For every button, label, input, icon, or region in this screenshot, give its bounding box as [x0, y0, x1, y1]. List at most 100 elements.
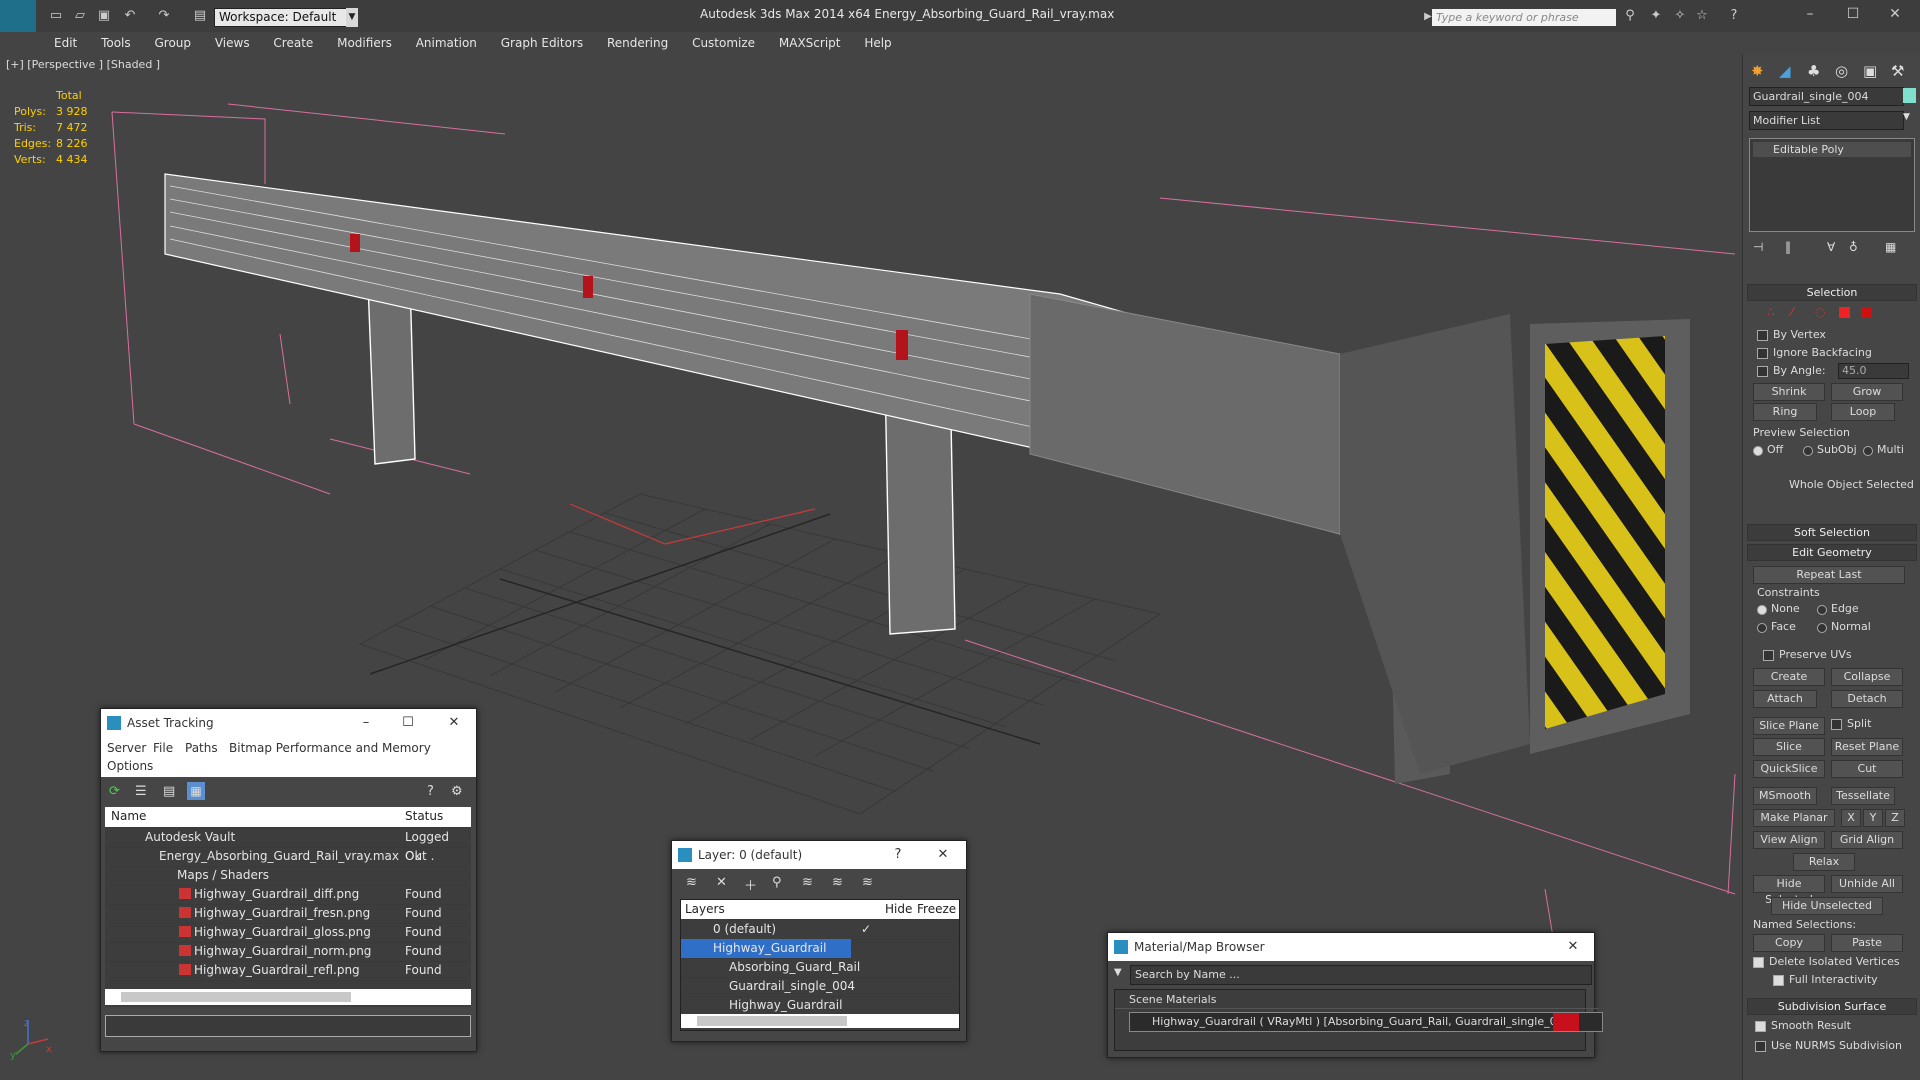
tree-view-icon[interactable]: ▤	[163, 784, 175, 799]
menu-maxscript[interactable]: MAXScript	[769, 32, 851, 54]
edit-geometry-rollout[interactable]: Edit Geometry	[1747, 544, 1917, 561]
material-browser-titlebar[interactable]: Material/Map Browser ✕	[1108, 933, 1594, 961]
loop-button[interactable]: Loop	[1831, 403, 1895, 421]
view-align-button[interactable]: View Align	[1753, 831, 1825, 849]
current-layer-check-icon[interactable]: ✓	[861, 920, 871, 939]
layer-dialog-titlebar[interactable]: Layer: 0 (default) ? ✕	[672, 841, 966, 869]
utilities-tab-icon[interactable]: ⚒	[1891, 62, 1904, 80]
options-dropdown-icon[interactable]: ▼	[1114, 967, 1122, 978]
menu-views[interactable]: Views	[205, 32, 260, 54]
smooth-result-checkbox[interactable]	[1755, 1021, 1766, 1032]
undo-icon[interactable]: ↶	[122, 8, 138, 24]
constraint-face-radio[interactable]	[1757, 623, 1767, 633]
grid-align-button[interactable]: Grid Align	[1831, 831, 1903, 849]
stack-item-editable-poly[interactable]: Editable Poly	[1753, 142, 1911, 157]
horizontal-scrollbar[interactable]	[681, 1014, 959, 1028]
menu-help[interactable]: Help	[854, 32, 901, 54]
delete-icon[interactable]: ✕	[716, 875, 727, 890]
close-button[interactable]: ✕	[1558, 933, 1588, 961]
planar-x-button[interactable]: X	[1841, 809, 1861, 827]
help-icon[interactable]: ?	[427, 784, 434, 799]
scrollbar-thumb[interactable]	[121, 992, 351, 1002]
list-item[interactable]: Absorbing_Guard_Rail	[681, 958, 959, 978]
hide-unselected-button[interactable]: Hide Unselected	[1771, 897, 1883, 915]
column-header-freeze[interactable]: Freeze	[917, 900, 956, 919]
scene-materials-group[interactable]: Scene Materials	[1115, 992, 1599, 1009]
maximize-button[interactable]: ☐	[1838, 4, 1868, 24]
hierarchy-tab-icon[interactable]: ♣	[1807, 62, 1820, 80]
list-item[interactable]: Highway_Guardrail	[681, 996, 959, 1016]
edge-icon[interactable]: ⁄	[1791, 305, 1793, 319]
favorites-star-icon[interactable]: ☆	[1694, 8, 1710, 24]
asset-tracking-titlebar[interactable]: Asset Tracking – ☐ ✕	[101, 709, 476, 737]
project-folder-icon[interactable]: ▤	[192, 8, 208, 24]
make-planar-button[interactable]: Make Planar	[1753, 809, 1835, 827]
subscription-icon[interactable]: ✦	[1648, 8, 1664, 24]
by-angle-checkbox[interactable]	[1757, 366, 1768, 377]
repeat-last-button[interactable]: Repeat Last	[1753, 566, 1905, 584]
close-button[interactable]: ✕	[1880, 4, 1910, 24]
constraint-edge-radio[interactable]	[1817, 605, 1827, 615]
menu-server[interactable]: Server	[107, 741, 146, 755]
table-row[interactable]: Highway_Guardrail_gloss.png Found	[105, 923, 471, 943]
slice-plane-button[interactable]: Slice Plane	[1753, 717, 1825, 735]
menu-group[interactable]: Group	[144, 32, 201, 54]
table-row[interactable]: Highway_Guardrail_diff.png Found	[105, 885, 471, 905]
preview-multi-radio[interactable]	[1863, 446, 1873, 456]
viewport-label[interactable]: [+] [Perspective ] [Shaded ]	[6, 58, 160, 71]
object-color-swatch[interactable]	[1903, 88, 1916, 103]
modifier-list-dropdown[interactable]: Modifier List	[1749, 111, 1904, 130]
planar-z-button[interactable]: Z	[1885, 809, 1905, 827]
preview-off-radio[interactable]	[1753, 446, 1763, 456]
search-input[interactable]: Type a keyword or phrase	[1432, 9, 1616, 26]
menu-rendering[interactable]: Rendering	[597, 32, 678, 54]
layer-icon[interactable]: ≋	[686, 875, 697, 890]
menu-tools[interactable]: Tools	[91, 32, 141, 54]
border-icon[interactable]: ◌	[1815, 305, 1825, 319]
tessellate-button[interactable]: Tessellate	[1831, 787, 1895, 805]
hide-all-icon[interactable]: ≋	[832, 875, 843, 890]
menu-modifiers[interactable]: Modifiers	[327, 32, 402, 54]
chevron-down-icon[interactable]: ▼	[1903, 112, 1910, 122]
msmooth-button[interactable]: MSmooth	[1753, 787, 1817, 805]
delete-isolated-checkbox[interactable]	[1753, 957, 1764, 968]
minimize-button[interactable]: –	[1795, 4, 1825, 24]
list-item[interactable]: 0 (default) ✓	[681, 920, 959, 940]
object-name-field[interactable]: Guardrail_single_004	[1749, 87, 1904, 106]
selection-rollout[interactable]: Selection	[1747, 284, 1917, 301]
table-row[interactable]: Highway_Guardrail_fresn.png Found	[105, 904, 471, 924]
menu-bitmap-performance[interactable]: Bitmap Performance and Memory	[229, 741, 431, 755]
polygon-icon[interactable]	[1839, 307, 1850, 318]
menu-options[interactable]: Options	[107, 759, 153, 773]
table-row[interactable]: Highway_Guardrail_refl.png Found	[105, 961, 471, 981]
app-logo[interactable]	[0, 0, 36, 32]
settings-icon[interactable]: ⚙	[451, 784, 463, 799]
modify-tab-icon[interactable]: ◢	[1779, 62, 1791, 80]
asset-path-field[interactable]	[105, 1015, 471, 1037]
create-button[interactable]: Create	[1753, 668, 1825, 686]
slice-button[interactable]: Slice	[1753, 738, 1825, 756]
show-end-result-icon[interactable]: ‖	[1785, 240, 1791, 254]
reset-plane-button[interactable]: Reset Plane	[1831, 738, 1903, 756]
table-row[interactable]: Highway_Guardrail_norm.png Found	[105, 942, 471, 962]
attach-button[interactable]: Attach	[1753, 690, 1817, 708]
table-view-icon[interactable]: ▦	[187, 782, 205, 800]
by-vertex-checkbox[interactable]	[1757, 330, 1768, 341]
split-checkbox[interactable]	[1831, 719, 1842, 730]
maximize-button[interactable]: ☐	[393, 709, 423, 737]
constraint-normal-radio[interactable]	[1817, 623, 1827, 633]
material-item[interactable]: Highway_Guardrail ( VRayMtl ) [Absorbing…	[1129, 1012, 1603, 1032]
chevron-down-icon[interactable]: ▼	[346, 8, 358, 27]
column-header-layers[interactable]: Layers	[685, 900, 725, 919]
preview-subobj-radio[interactable]	[1803, 446, 1813, 456]
column-header-hide[interactable]: Hide	[885, 900, 912, 919]
detach-button[interactable]: Detach	[1831, 690, 1903, 708]
make-unique-icon[interactable]: ∀	[1827, 240, 1835, 254]
hide-selected-button[interactable]: Hide Selected	[1753, 875, 1825, 906]
display-tab-icon[interactable]: ▣	[1863, 62, 1877, 80]
refresh-icon[interactable]: ⟳	[109, 784, 120, 799]
horizontal-scrollbar[interactable]	[105, 989, 471, 1005]
column-header-name[interactable]: Name	[111, 807, 146, 826]
new-file-icon[interactable]: ▭	[48, 8, 64, 24]
paste-button[interactable]: Paste	[1831, 934, 1903, 952]
